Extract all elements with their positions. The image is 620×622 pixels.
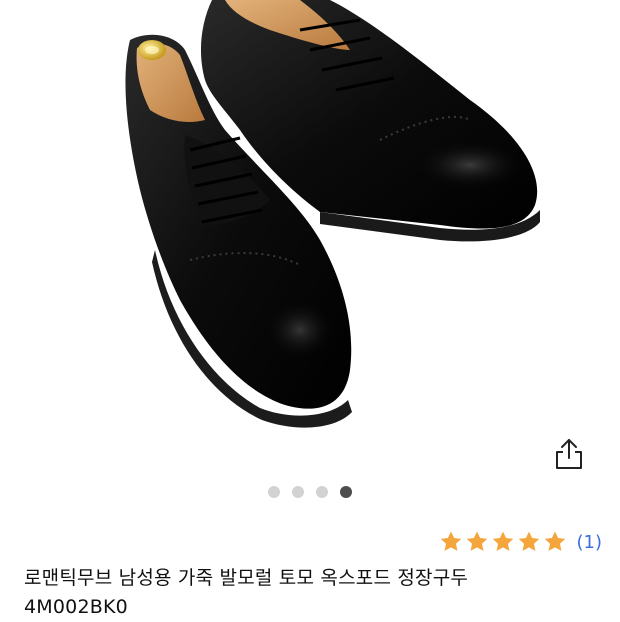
star-icon (466, 531, 487, 551)
rating-summary[interactable]: (1) (439, 528, 603, 556)
star-icon (518, 531, 539, 551)
star-icon (440, 531, 461, 551)
product-image[interactable] (0, 0, 620, 470)
gallery-dot-3[interactable] (316, 486, 328, 498)
share-button[interactable] (552, 436, 586, 472)
gallery-dot-4[interactable] (340, 486, 352, 498)
gallery-dot-2[interactable] (292, 486, 304, 498)
product-title-line-1: 로맨틱무브 남성용 가죽 발모럴 토모 옥스포드 정장구두 (24, 567, 469, 589)
product-title: 로맨틱무브 남성용 가죽 발모럴 토모 옥스포드 정장구두 4M002BK0 (24, 564, 604, 622)
gallery-pagination (0, 486, 620, 500)
review-count[interactable]: (1) (577, 532, 603, 553)
star-icon (492, 531, 513, 551)
gallery-dot-1[interactable] (268, 486, 280, 498)
share-icon (556, 439, 582, 469)
product-title-line-2: 4M002BK0 (24, 596, 128, 618)
shoe-illustration (125, 0, 540, 428)
star-icon (544, 531, 565, 551)
